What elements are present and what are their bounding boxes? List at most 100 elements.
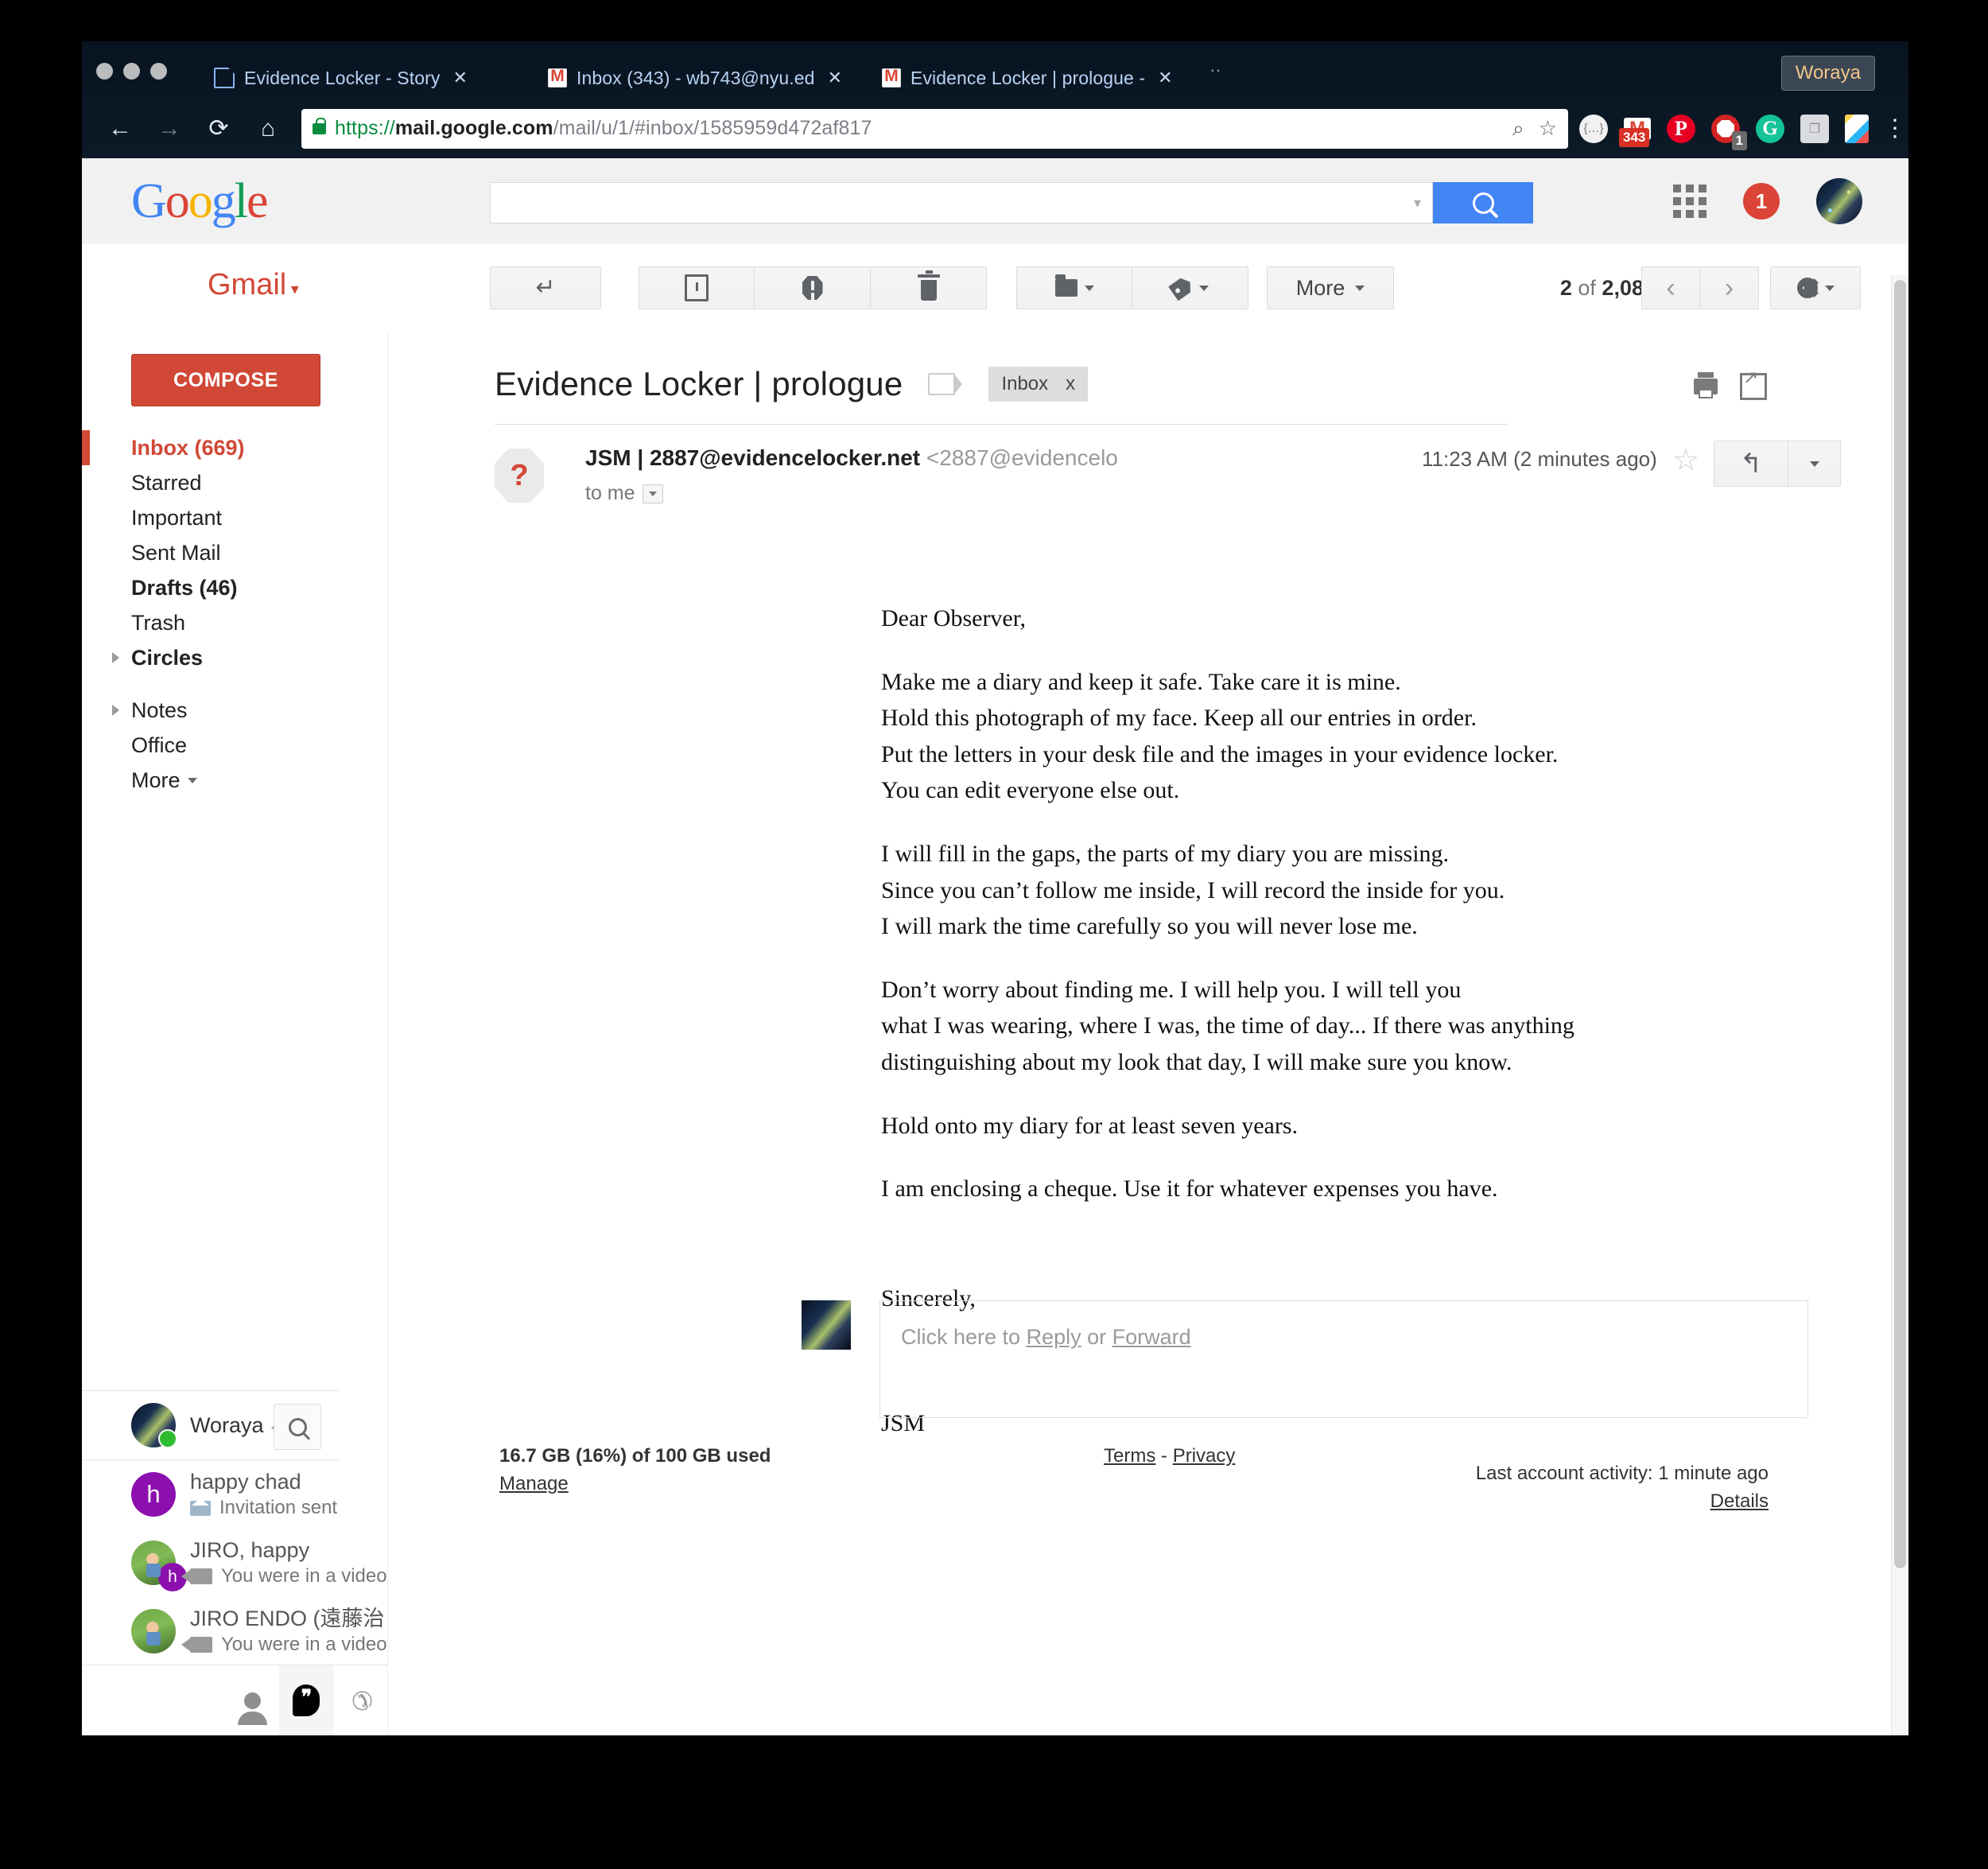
- terms-link[interactable]: Terms: [1104, 1445, 1155, 1467]
- gmail-unread-badge: 343: [1619, 128, 1650, 147]
- archive-button[interactable]: [639, 266, 755, 309]
- list-item[interactable]: h happy chad Invitation sent: [82, 1460, 388, 1529]
- reply-button[interactable]: ↰: [1714, 441, 1788, 487]
- more-actions-button[interactable]: More: [1267, 266, 1394, 309]
- reply-box[interactable]: Click here to Reply or Forward: [879, 1300, 1808, 1418]
- search-input[interactable]: ▾: [490, 182, 1433, 223]
- avatar: [131, 1403, 177, 1448]
- expand-triangle-icon[interactable]: [112, 705, 119, 716]
- maximize-window-button[interactable]: [150, 63, 167, 80]
- notification-badge[interactable]: 1: [1743, 183, 1780, 220]
- report-spam-button[interactable]: [755, 266, 871, 309]
- sidebar-item-notes[interactable]: Notes: [82, 693, 387, 728]
- sidebar-item-circles[interactable]: Circles: [82, 640, 387, 675]
- inbox-label-chip[interactable]: Inbox x: [988, 367, 1089, 402]
- conversation-name: happy chad: [190, 1469, 301, 1494]
- tabs-container: Evidence Locker - Story ✕ Inbox (343) - …: [203, 41, 1221, 99]
- message-header: ? JSM | 2887@evidencelocker.net <2887@ev…: [388, 425, 1908, 505]
- reply-link[interactable]: Reply: [1027, 1325, 1081, 1349]
- next-message-button[interactable]: ›: [1700, 266, 1759, 309]
- home-icon[interactable]: ⌂: [247, 108, 289, 150]
- delete-button[interactable]: [871, 266, 987, 309]
- manage-storage-link[interactable]: Manage: [499, 1473, 771, 1495]
- sidebar-item-office[interactable]: Office: [82, 728, 387, 763]
- forward-icon[interactable]: →: [149, 108, 190, 150]
- avatar-initial: h: [146, 1480, 161, 1508]
- browser-tab-2[interactable]: Inbox (343) - wb743@nyu.ed ✕: [537, 57, 871, 99]
- body-paragraph: Don’t worry about finding me. I will hel…: [881, 976, 1574, 1075]
- grammarly-icon[interactable]: G: [1756, 114, 1784, 143]
- privacy-link[interactable]: Privacy: [1173, 1445, 1236, 1467]
- sidebar-item-important[interactable]: Important: [82, 500, 387, 535]
- expand-triangle-icon[interactable]: [112, 652, 119, 663]
- browser-profile-chip[interactable]: Woraya: [1780, 56, 1875, 91]
- adblock-icon[interactable]: 1: [1711, 114, 1747, 150]
- pager-current: 2: [1559, 276, 1572, 300]
- browser-tab-1[interactable]: Evidence Locker - Story ✕: [203, 57, 537, 99]
- star-icon[interactable]: ☆: [1672, 445, 1699, 476]
- print-icon[interactable]: [1694, 372, 1718, 398]
- back-to-inbox-button[interactable]: ↵: [490, 266, 601, 309]
- labels-button[interactable]: [1132, 266, 1248, 309]
- file-icon[interactable]: [1845, 114, 1869, 143]
- sidebar-item-trash[interactable]: Trash: [82, 605, 387, 640]
- recipient-line[interactable]: to me: [585, 482, 1118, 505]
- conversation-status: Invitation sent: [190, 1497, 337, 1519]
- window-controls[interactable]: [96, 63, 167, 80]
- close-icon[interactable]: x: [1066, 373, 1075, 395]
- browser-menu-icon[interactable]: ⋮: [1883, 116, 1907, 140]
- list-item[interactable]: JIRO ENDO (遠藤治 You were in a video c: [82, 1597, 388, 1665]
- chevron-down-icon[interactable]: ▾: [286, 281, 299, 298]
- scrollbar-thumb[interactable]: [1894, 280, 1906, 1568]
- search-icon: [288, 1417, 307, 1436]
- page-scrollbar[interactable]: [1891, 275, 1908, 1735]
- more-reply-options-button[interactable]: [1788, 441, 1841, 487]
- gmail-brand[interactable]: Gmail ▾: [208, 268, 299, 302]
- pinterest-icon[interactable]: P: [1667, 114, 1695, 143]
- archive-icon: [685, 274, 709, 301]
- reload-icon[interactable]: ⟳: [198, 108, 239, 150]
- clipboard-icon[interactable]: ❐: [1800, 114, 1829, 143]
- close-icon[interactable]: ✕: [828, 69, 842, 87]
- sidebar-item-more[interactable]: More: [82, 763, 387, 798]
- chevron-down-icon: [187, 777, 197, 783]
- label-icon[interactable]: [928, 373, 963, 395]
- subject-row: Evidence Locker | prologue Inbox x: [388, 332, 1908, 403]
- chevron-down-icon[interactable]: ▾: [1414, 195, 1421, 212]
- close-icon[interactable]: ✕: [452, 69, 467, 87]
- forward-link[interactable]: Forward: [1112, 1325, 1191, 1349]
- sidebar-item-sent-mail[interactable]: Sent Mail: [82, 535, 387, 570]
- pager-of: of: [1578, 276, 1596, 300]
- apps-grid-icon[interactable]: [1673, 185, 1706, 218]
- move-to-button[interactable]: [1016, 266, 1132, 309]
- open-in-new-window-icon[interactable]: [1740, 368, 1767, 400]
- minimize-window-button[interactable]: [123, 63, 140, 80]
- json-viewer-icon[interactable]: {…}: [1579, 114, 1608, 143]
- url-bar[interactable]: https://mail.google.com/mail/u/1/#inbox/…: [301, 108, 1568, 149]
- chevron-down-icon[interactable]: [642, 484, 663, 503]
- list-item[interactable]: h JIRO, happy You were in a video c: [82, 1529, 388, 1597]
- sidebar-item-starred[interactable]: Starred: [82, 465, 387, 500]
- hangouts-account-row[interactable]: Woraya: [82, 1390, 339, 1460]
- compose-button[interactable]: COMPOSE: [131, 354, 320, 406]
- bookmark-star-icon[interactable]: ☆: [1539, 116, 1557, 141]
- settings-button[interactable]: [1770, 266, 1861, 309]
- search-area: ▾: [490, 182, 1533, 223]
- hangouts-search-button[interactable]: [274, 1404, 321, 1450]
- close-window-button[interactable]: [96, 63, 113, 80]
- hangouts-tab[interactable]: ❞: [279, 1665, 334, 1735]
- contacts-tab[interactable]: [225, 1665, 279, 1735]
- sidebar-item-inbox[interactable]: Inbox (669): [82, 430, 387, 465]
- back-icon[interactable]: ←: [99, 108, 141, 150]
- sidebar-item-drafts[interactable]: Drafts (46): [82, 570, 387, 605]
- search-button[interactable]: [1433, 182, 1533, 223]
- browser-tab-3[interactable]: Evidence Locker | prologue - ✕: [871, 57, 1205, 99]
- close-icon[interactable]: ✕: [1158, 69, 1172, 87]
- gmail-checker-icon[interactable]: M343: [1619, 117, 1651, 147]
- header-right-icons: 1: [1673, 158, 1862, 244]
- previous-message-button[interactable]: ‹: [1641, 266, 1700, 309]
- activity-details-link[interactable]: Details: [1291, 1490, 1769, 1513]
- zoom-icon[interactable]: ⌕: [1512, 116, 1524, 142]
- account-avatar[interactable]: [1816, 178, 1862, 224]
- calls-tab[interactable]: ✆: [334, 1665, 388, 1735]
